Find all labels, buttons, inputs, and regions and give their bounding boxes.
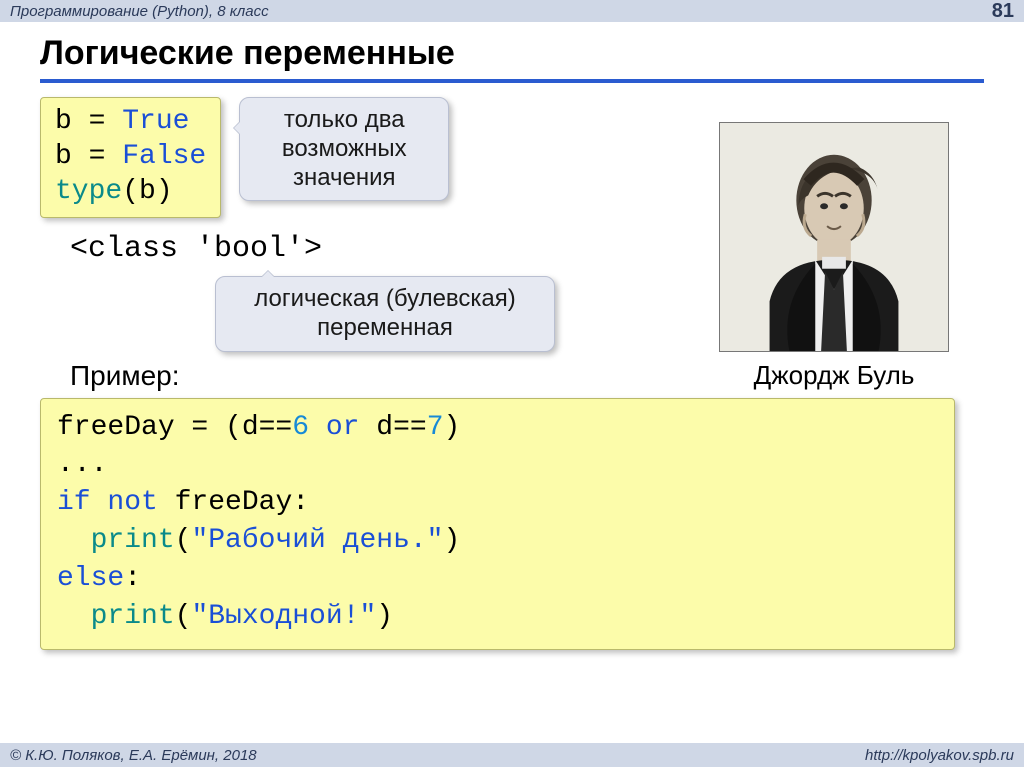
code-func: print <box>57 601 175 632</box>
slide-title: Логические переменные <box>40 34 984 73</box>
callout-line: переменная <box>234 314 536 343</box>
header-bar: Программирование (Python), 8 класс 81 <box>0 0 1024 22</box>
footer-bar: © К.Ю. Поляков, Е.А. Ерёмин, 2018 http:/… <box>0 743 1024 767</box>
code-text: freeDay: <box>158 487 309 518</box>
code-func: print <box>57 525 175 556</box>
code-keyword: else <box>57 563 124 594</box>
callout-line: возможных <box>258 135 430 164</box>
code-text: b = <box>55 106 122 137</box>
callout-line: логическая (булевская) <box>234 285 536 314</box>
callout-two-values: только два возможных значения <box>239 97 449 201</box>
course-label: Программирование (Python), 8 класс <box>10 3 269 20</box>
title-rule <box>40 79 984 83</box>
code-keyword: if not <box>57 487 158 518</box>
callout-line: значения <box>258 164 430 193</box>
page-number: 81 <box>992 0 1014 23</box>
code-text: ... <box>57 449 107 480</box>
code-box-bool: b = True b = False type(b) <box>40 97 221 218</box>
slide-content: Логические переменные b = True b = False… <box>0 22 1024 650</box>
code-text: : <box>124 563 141 594</box>
code-text: (b) <box>122 176 172 207</box>
code-text: ) <box>443 525 460 556</box>
footer-url: http://kpolyakov.spb.ru <box>865 747 1014 764</box>
code-text: d== <box>359 412 426 443</box>
code-keyword: False <box>122 141 206 172</box>
callout-line: только два <box>258 106 430 135</box>
code-func: type <box>55 176 122 207</box>
code-number: 7 <box>427 412 444 443</box>
portrait-image <box>719 122 949 352</box>
code-number: 6 <box>292 412 309 443</box>
code-text: ) <box>376 601 393 632</box>
code-text: b = <box>55 141 122 172</box>
callout-boolean-var: логическая (булевская) переменная <box>215 276 555 352</box>
code-keyword: or <box>309 412 359 443</box>
code-box-example: freeDay = (d==6 or d==7) ... if not free… <box>40 398 955 651</box>
copyright: © К.Ю. Поляков, Е.А. Ерёмин, 2018 <box>10 747 257 764</box>
portrait-block: Джордж Буль <box>704 122 964 391</box>
code-string: "Выходной!" <box>191 601 376 632</box>
code-text: ( <box>175 525 192 556</box>
code-keyword: True <box>122 106 189 137</box>
code-string: "Рабочий день." <box>191 525 443 556</box>
person-icon <box>720 123 948 351</box>
code-text: freeDay = (d== <box>57 412 292 443</box>
code-text: ( <box>175 601 192 632</box>
code-text: ) <box>444 412 461 443</box>
portrait-caption: Джордж Буль <box>704 360 964 391</box>
